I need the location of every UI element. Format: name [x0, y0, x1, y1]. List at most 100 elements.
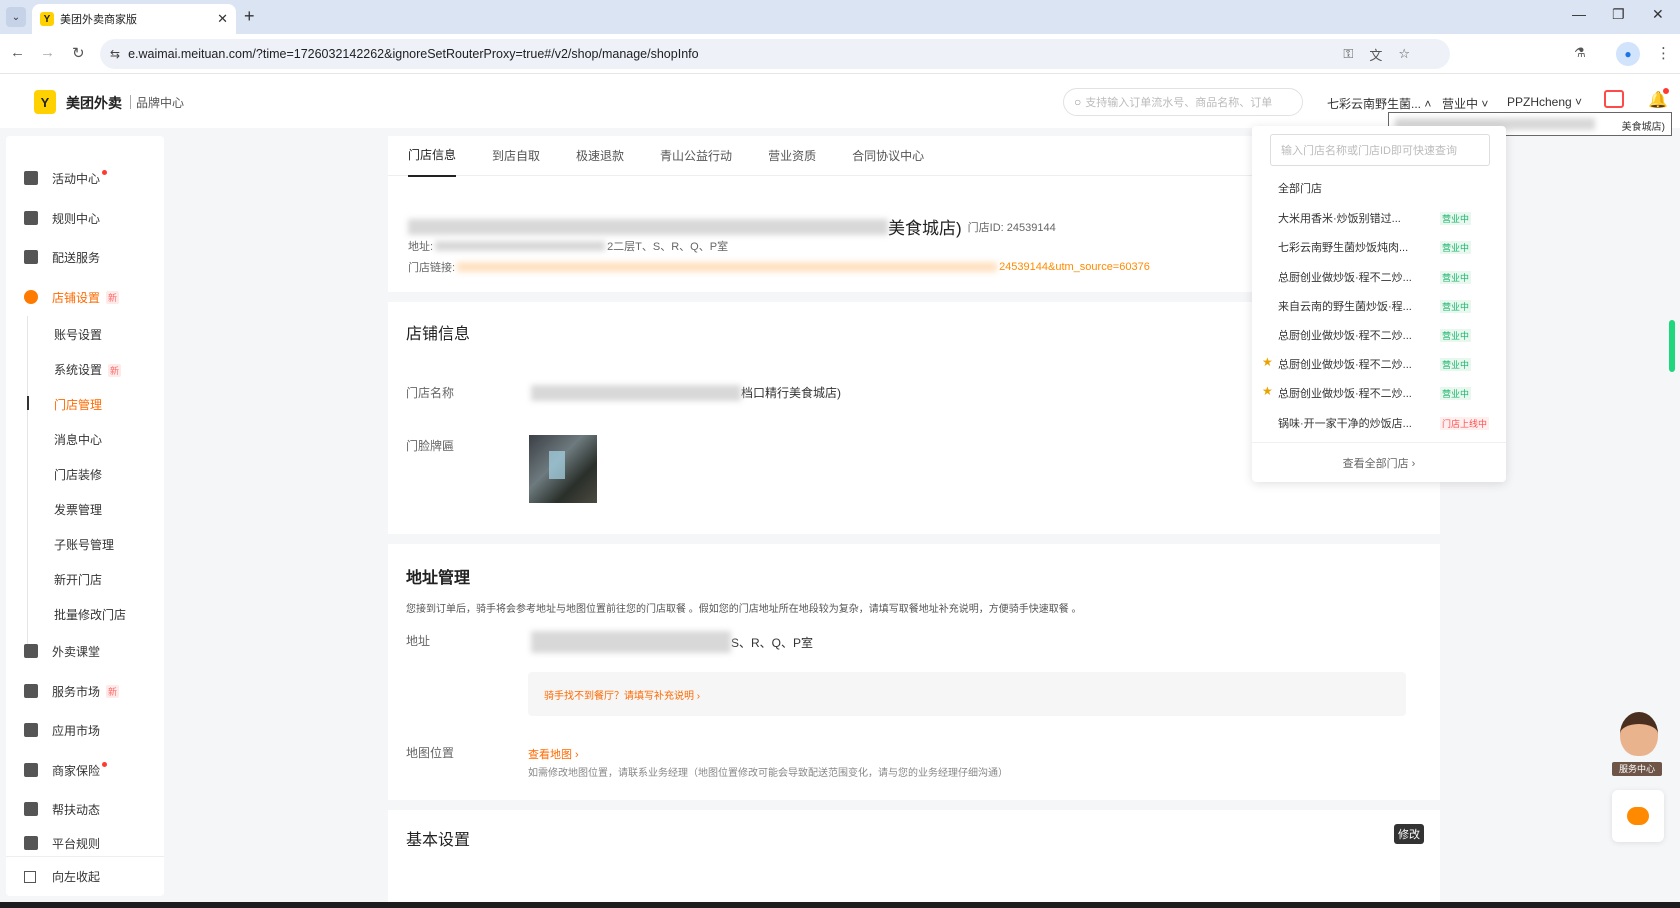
user-dropdown[interactable]: PPZHcheng ˅: [1507, 95, 1582, 109]
browser-tabstrip: ⌄ Y 美团外卖商家版 ✕ + — ❐ ✕: [0, 0, 1680, 34]
view-map-link[interactable]: 查看地图 ›: [528, 746, 579, 762]
tab-contracts[interactable]: 合同协议中心: [852, 135, 924, 176]
tab-licenses[interactable]: 营业资质: [768, 135, 816, 176]
sidebar-sub-decoration[interactable]: 门店装修: [54, 466, 102, 483]
sidebar-item-label: 帮扶动态: [52, 802, 101, 817]
edit-button[interactable]: 修改: [1394, 824, 1424, 844]
new-badge: 新: [106, 290, 120, 304]
sidebar-item-shop-settings[interactable]: 店铺设置新: [6, 282, 164, 312]
sidebar-item-service-market[interactable]: 服务市场新: [6, 676, 164, 706]
restore-icon[interactable]: ❐: [1612, 6, 1625, 23]
chat-button[interactable]: [1612, 790, 1664, 842]
status-badge: 营业中: [1440, 211, 1472, 225]
document-icon: [24, 211, 38, 225]
sidebar-item-label: 活动中心: [52, 171, 101, 186]
dropdown-store-item[interactable]: 总厨创业做炒饭·程不二炒... 营业中: [1278, 269, 1472, 285]
new-tab-plus-icon[interactable]: +: [244, 6, 255, 27]
logo-divider: [130, 95, 131, 109]
logo-text: 美团外卖: [66, 95, 122, 111]
shop-link-text[interactable]: 24539144&utm_source=60376: [999, 261, 1150, 273]
address-label: 地址: [406, 634, 431, 648]
sidebar-sub-label: 系统设置: [54, 363, 103, 377]
sidebar-item-rules[interactable]: 规则中心: [6, 203, 164, 233]
sidebar-sub-new-store[interactable]: 新开门店: [54, 571, 102, 588]
sidebar-item-label: 外卖课堂: [52, 644, 101, 659]
forward-arrow-icon[interactable]: →: [40, 44, 55, 61]
sidebar-sub-account[interactable]: 账号设置: [54, 326, 102, 343]
reload-icon[interactable]: ↻: [72, 44, 85, 62]
sidebar-item-label: 配送服务: [52, 250, 101, 265]
bookmark-star-icon[interactable]: ☆: [1398, 46, 1410, 62]
translate-icon[interactable]: 文: [1369, 45, 1382, 64]
shop-title-text: 美食城店): [888, 219, 962, 238]
address-hint: 您接到订单后，骑手将会参考地址与地图位置前往您的门店取餐 。假如您的门店地址所在…: [406, 604, 1082, 615]
browser-tab-active[interactable]: Y 美团外卖商家版 ✕: [32, 4, 236, 34]
window-close-icon[interactable]: ✕: [1652, 6, 1664, 23]
tab-list-chevron-icon[interactable]: ⌄: [6, 7, 26, 27]
address-bar[interactable]: ⇆ e.waimai.meituan.com/?time=17260321422…: [100, 39, 1450, 69]
page-scrollbar[interactable]: [1668, 152, 1676, 892]
tab-close-icon[interactable]: ✕: [217, 11, 228, 27]
dropdown-store-item[interactable]: 锅味·开一家干净的炒饭店... 门店上线中: [1278, 415, 1490, 431]
sidebar-item-platform-rules[interactable]: 平台规则: [6, 828, 164, 858]
redacted-block: [408, 218, 888, 235]
sidebar-sub-store-manage[interactable]: 门店管理: [54, 396, 102, 413]
scrollbar-thumb[interactable]: [1669, 320, 1675, 372]
redacted-block: [435, 241, 606, 251]
dropdown-store-item[interactable]: 大米用香米·炒饭别错过... 营业中: [1278, 210, 1472, 226]
dropdown-store-item[interactable]: 来自云南的野生菌炒饭·程... 营业中: [1278, 298, 1472, 314]
address-text: 2二层T、S、R、Q、P室: [607, 241, 729, 253]
sidebar-sub-invoice[interactable]: 发票管理: [54, 501, 102, 518]
tab-self-pickup[interactable]: 到店自取: [492, 135, 540, 176]
pickup-note-banner[interactable]: 骑手找不到餐厅？请填写补充说明 ›: [528, 672, 1406, 716]
printer-icon[interactable]: [1604, 90, 1624, 108]
sidebar-sub-subaccounts[interactable]: 子账号管理: [54, 536, 114, 553]
sidebar-item-activity[interactable]: 活动中心: [6, 163, 164, 193]
store-search-input[interactable]: 输入门店名称或门店ID即可快速查询: [1270, 134, 1490, 166]
section-title: 店铺信息: [406, 326, 471, 343]
back-arrow-icon[interactable]: ←: [10, 44, 25, 61]
sidebar-sub-system[interactable]: 系统设置新: [54, 361, 122, 378]
status-badge: 营业中: [1440, 240, 1472, 254]
store-name: 七彩云南野生菌炒饭炖肉...: [1278, 242, 1409, 254]
section-title: 基本设置: [406, 832, 471, 849]
storefront-photo[interactable]: [529, 435, 597, 503]
view-all-stores-link[interactable]: 查看全部门店 ›: [1252, 442, 1506, 482]
tab-store-info[interactable]: 门店信息: [408, 134, 457, 177]
sidebar-sub-messages[interactable]: 消息中心: [54, 431, 102, 448]
dropdown-store-item[interactable]: 总厨创业做炒饭·程不二炒... 营业中: [1278, 327, 1472, 343]
sidebar-item-delivery[interactable]: 配送服务: [6, 242, 164, 272]
dropdown-store-item[interactable]: 七彩云南野生菌炒饭炖肉... 营业中: [1278, 239, 1472, 255]
gear-icon: [24, 290, 38, 304]
sidebar-item-app-market[interactable]: 应用市场: [6, 715, 164, 745]
tab-charity[interactable]: 青山公益行动: [660, 135, 732, 176]
store-name: 总厨创业做炒饭·程不二炒...: [1278, 388, 1412, 400]
store-search-placeholder: 输入门店名称或门店ID即可快速查询: [1281, 145, 1457, 157]
chart-icon: [24, 802, 38, 816]
tab-fast-refund[interactable]: 极速退款: [576, 135, 624, 176]
order-search-input[interactable]: ○ 支持输入订单流水号、商品名称、订单: [1063, 88, 1303, 116]
service-center-button[interactable]: 服务中心: [1612, 712, 1664, 776]
sidebar-sub-batch-edit[interactable]: 批量修改门店: [54, 606, 126, 623]
status-badge: 门店上线中: [1440, 416, 1490, 430]
password-key-icon[interactable]: ⚿: [1343, 46, 1353, 62]
sidebar-collapse-button[interactable]: 向左收起: [6, 856, 164, 896]
dropdown-store-item[interactable]: 总厨创业做炒饭·程不二炒... 营业中: [1278, 385, 1472, 401]
store-switcher-dropdown: 输入门店名称或门店ID即可快速查询 全部门店 大米用香米·炒饭别错过... 营业中…: [1252, 126, 1506, 482]
shop-switcher[interactable]: 七彩云南野生菌... ˄: [1327, 95, 1431, 112]
shop-title: 美食城店) 门店ID: 24539144: [408, 214, 1056, 239]
dropdown-all-stores[interactable]: 全部门店: [1278, 180, 1322, 196]
browser-menu-icon[interactable]: ⋮: [1656, 44, 1671, 62]
profile-avatar-icon[interactable]: ●: [1616, 42, 1640, 66]
sidebar-item-insurance[interactable]: 商家保险: [6, 755, 164, 785]
sidebar-item-classroom[interactable]: 外卖课堂: [6, 636, 164, 666]
meituan-logo-icon: Y: [34, 90, 56, 114]
status-badge: 营业中: [1440, 328, 1472, 342]
labs-flask-icon[interactable]: ⚗: [1574, 45, 1586, 61]
store-name: 总厨创业做炒饭·程不二炒...: [1278, 359, 1412, 371]
business-status-dropdown[interactable]: 营业中 ˅: [1442, 95, 1488, 112]
sidebar-item-support[interactable]: 帮扶动态: [6, 794, 164, 824]
dropdown-store-item[interactable]: 总厨创业做炒饭·程不二炒... 营业中: [1278, 356, 1472, 372]
site-settings-icon[interactable]: ⇆: [110, 47, 120, 61]
minimize-icon[interactable]: —: [1572, 6, 1586, 22]
